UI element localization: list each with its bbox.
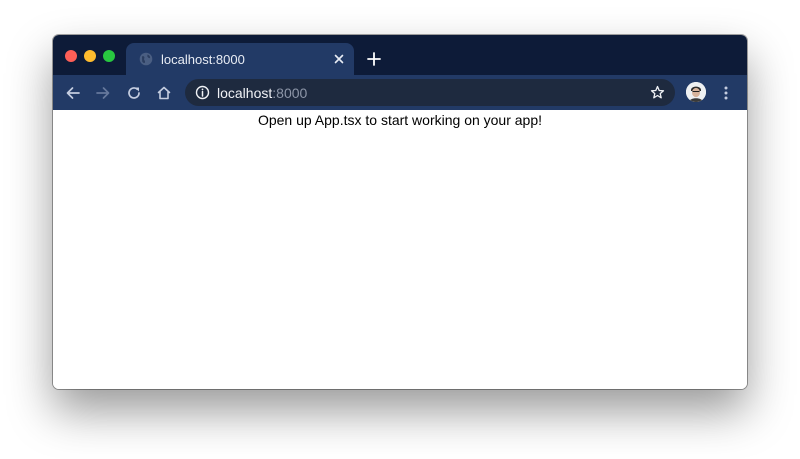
app-message: Open up App.tsx to start working on your… [257, 112, 543, 128]
arrow-right-icon[interactable] [94, 84, 112, 102]
address-bar[interactable]: localhost:8000 [185, 79, 675, 106]
browser-toolbar: localhost:8000 [53, 75, 747, 110]
plus-icon[interactable] [366, 51, 382, 67]
reload-icon[interactable] [125, 84, 143, 102]
globe-icon [139, 52, 153, 66]
kebab-menu-icon[interactable] [719, 84, 733, 102]
url-host: localhost [217, 85, 273, 101]
url-text[interactable]: localhost:8000 [217, 85, 307, 101]
window-minimize-button[interactable] [84, 50, 96, 62]
window-close-button[interactable] [65, 50, 77, 62]
page-content: Open up App.tsx to start working on your… [53, 110, 747, 389]
tab-title: localhost:8000 [161, 52, 245, 67]
home-icon[interactable] [155, 84, 173, 102]
star-icon[interactable] [650, 85, 665, 100]
url-port: :8000 [272, 85, 308, 101]
window-zoom-button[interactable] [103, 50, 115, 62]
browser-tab[interactable]: localhost:8000 [126, 43, 354, 75]
info-icon[interactable] [195, 85, 210, 100]
arrow-left-icon[interactable] [64, 84, 82, 102]
close-icon[interactable] [332, 52, 346, 66]
avatar[interactable] [686, 82, 706, 102]
browser-window: localhost:8000 localhost:8000 Open up Ap… [53, 35, 747, 389]
title-bar: localhost:8000 [53, 35, 747, 75]
